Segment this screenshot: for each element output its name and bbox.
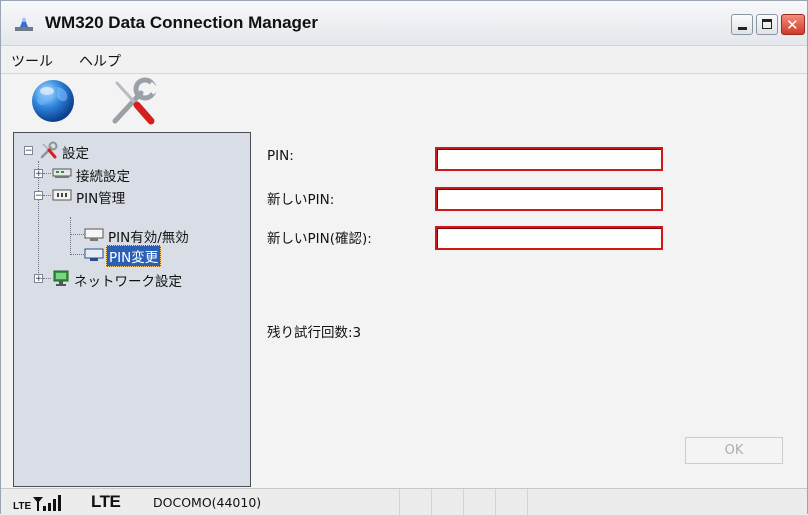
expand-icon[interactable]: + [34,274,43,284]
tree-label-selected: PIN変更 [106,245,162,267]
tree-label: 設定 [62,146,89,162]
tree-item-pin-management[interactable]: − PIN管理 [34,186,214,207]
app-window: WM320 Data Connection Manager ✕ ツール ヘルプ [0,0,808,515]
tree-connector [43,173,51,174]
close-button[interactable]: ✕ [781,14,805,35]
signal-strength-icon: LTE [13,495,61,512]
tree-item-network-settings[interactable]: + ネットワーク設定 [34,269,234,290]
tree-item-connection-settings[interactable]: + 接続設定 [34,164,214,185]
pin-field[interactable] [435,147,663,171]
tree-connector [43,278,51,279]
menu-tools[interactable]: ツール [11,51,53,71]
carrier-name: DOCOMO(44010) [153,495,262,510]
settings-button[interactable] [107,77,160,127]
status-bar: LTE LTE DOCOMO(44010) [1,488,807,515]
confirm-pin-label: 新しいPIN(確認): [267,231,372,247]
minimize-button[interactable] [731,14,753,35]
new-pin-field[interactable] [435,187,663,211]
tools-icon [40,141,58,159]
tree-item-pin-change[interactable]: PIN変更 [84,245,244,267]
tree-item-pin-enable[interactable]: PIN有効/無効 [84,225,244,246]
pin-label: PIN: [267,148,294,164]
tree-connector [70,254,84,255]
title-bar[interactable]: WM320 Data Connection Manager ✕ [1,1,807,46]
maximize-icon [762,19,772,29]
expand-icon[interactable]: + [34,169,43,179]
network-monitor-icon [53,270,69,286]
tree-label: ネットワーク設定 [74,274,182,290]
menu-help[interactable]: ヘルプ [79,51,121,71]
minimize-icon [738,27,747,30]
status-separator [495,489,496,515]
collapse-icon[interactable]: − [34,191,43,201]
connect-button[interactable] [29,77,81,127]
tree-connector [70,234,84,235]
settings-tree: − 設定 + 接続設定 − PIN管理 PIN有効/無効 PIN変更 + ネット… [13,132,251,487]
confirm-pin-field[interactable] [435,226,663,250]
status-separator [399,489,400,515]
tree-label: PIN有効/無効 [108,230,189,246]
remaining-attempts: 残り試行回数:3 [267,325,362,341]
collapse-icon[interactable]: − [24,146,33,156]
menu-bar: ツール ヘルプ [1,46,807,74]
tree-connector [43,195,51,196]
tree-label: 接続設定 [76,169,130,185]
network-card-icon [52,168,72,178]
maximize-button[interactable] [756,14,778,35]
toolbar [1,74,807,130]
svg-text:LTE: LTE [13,501,31,512]
app-icon [15,17,33,31]
ok-button[interactable]: OK [685,437,783,464]
sim-card-icon [52,189,72,201]
status-separator [527,489,528,515]
status-separator [431,489,432,515]
new-pin-label: 新しいPIN: [267,192,335,208]
sim-card-icon [84,248,104,261]
sim-card-icon [84,228,104,241]
window-title: WM320 Data Connection Manager [45,13,318,32]
tree-label: PIN管理 [76,191,126,207]
globe-icon [32,80,74,122]
close-icon: ✕ [786,16,799,34]
status-separator [463,489,464,515]
network-type: LTE [91,492,121,511]
tree-connector [70,217,71,255]
tools-icon [112,77,160,125]
tree-item-settings[interactable]: − 設定 [24,141,184,162]
